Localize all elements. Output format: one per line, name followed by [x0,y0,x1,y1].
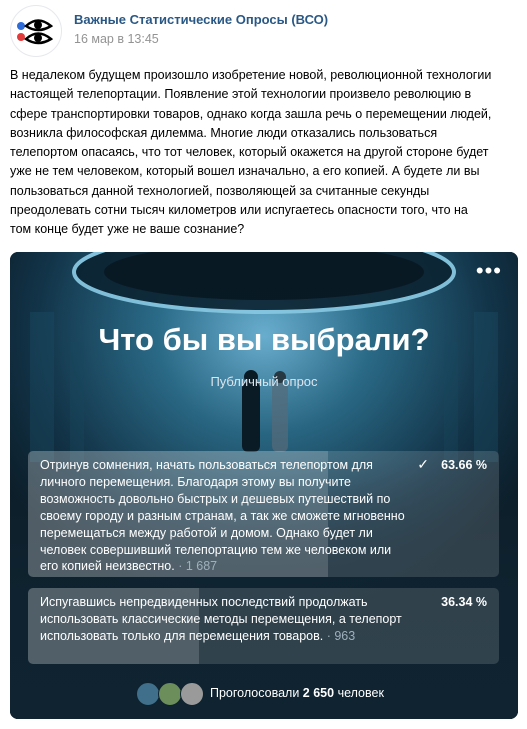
poll-option-2[interactable]: Испугавшись непредвиденных последствий п… [28,588,499,664]
voter-avatars[interactable] [136,682,206,706]
more-dots-icon[interactable]: ••• [476,260,502,282]
poll-option-1[interactable]: Отринув сомнения, начать пользоваться те… [28,451,499,577]
group-avatar[interactable] [10,5,62,57]
voters-count: 2 650 [302,686,335,700]
poll-option-1-label: Отринув сомнения, начать пользоваться те… [40,458,405,574]
poll-option-2-percent: 36.34 % [441,595,487,609]
voters-text[interactable]: Проголосовали 2 650 человек [210,686,384,700]
post-date-text[interactable]: 16 мар в 13:45 [74,32,159,46]
post-date[interactable]: 16 мар в 13:45 [74,32,163,46]
checkmark-icon: ✓ [417,456,429,472]
post-header: Важные Статистические Опросы (ВСО) 16 ма… [0,0,527,60]
poll-option-2-text: Испугавшись непредвиденных последствий п… [28,588,499,652]
poll-title: Что бы вы выбрали? [98,322,430,357]
voter-avatar[interactable] [136,682,160,706]
voter-avatar[interactable] [180,682,204,706]
poll-option-1-count: · 1 687 [174,559,218,574]
voters-summary[interactable]: Проголосовали 2 650 человек [10,682,518,706]
poll-option-2-count: · 963 [323,628,356,643]
poll-option-1-percent: 63.66 % [441,458,487,472]
poll-type: Публичный опрос [210,374,318,389]
eyes-logo-icon [17,19,54,45]
post-text: В недалеком будущем произошло изобретени… [10,68,492,237]
voter-avatar[interactable] [158,682,182,706]
voters-suffix: человек [337,686,384,700]
voters-label: Проголосовали [210,686,300,700]
group-name-link[interactable]: Важные Статистические Опросы (ВСО) [74,12,328,27]
poll-card: ••• Что бы вы выбрали? Публичный опрос О… [10,252,518,719]
